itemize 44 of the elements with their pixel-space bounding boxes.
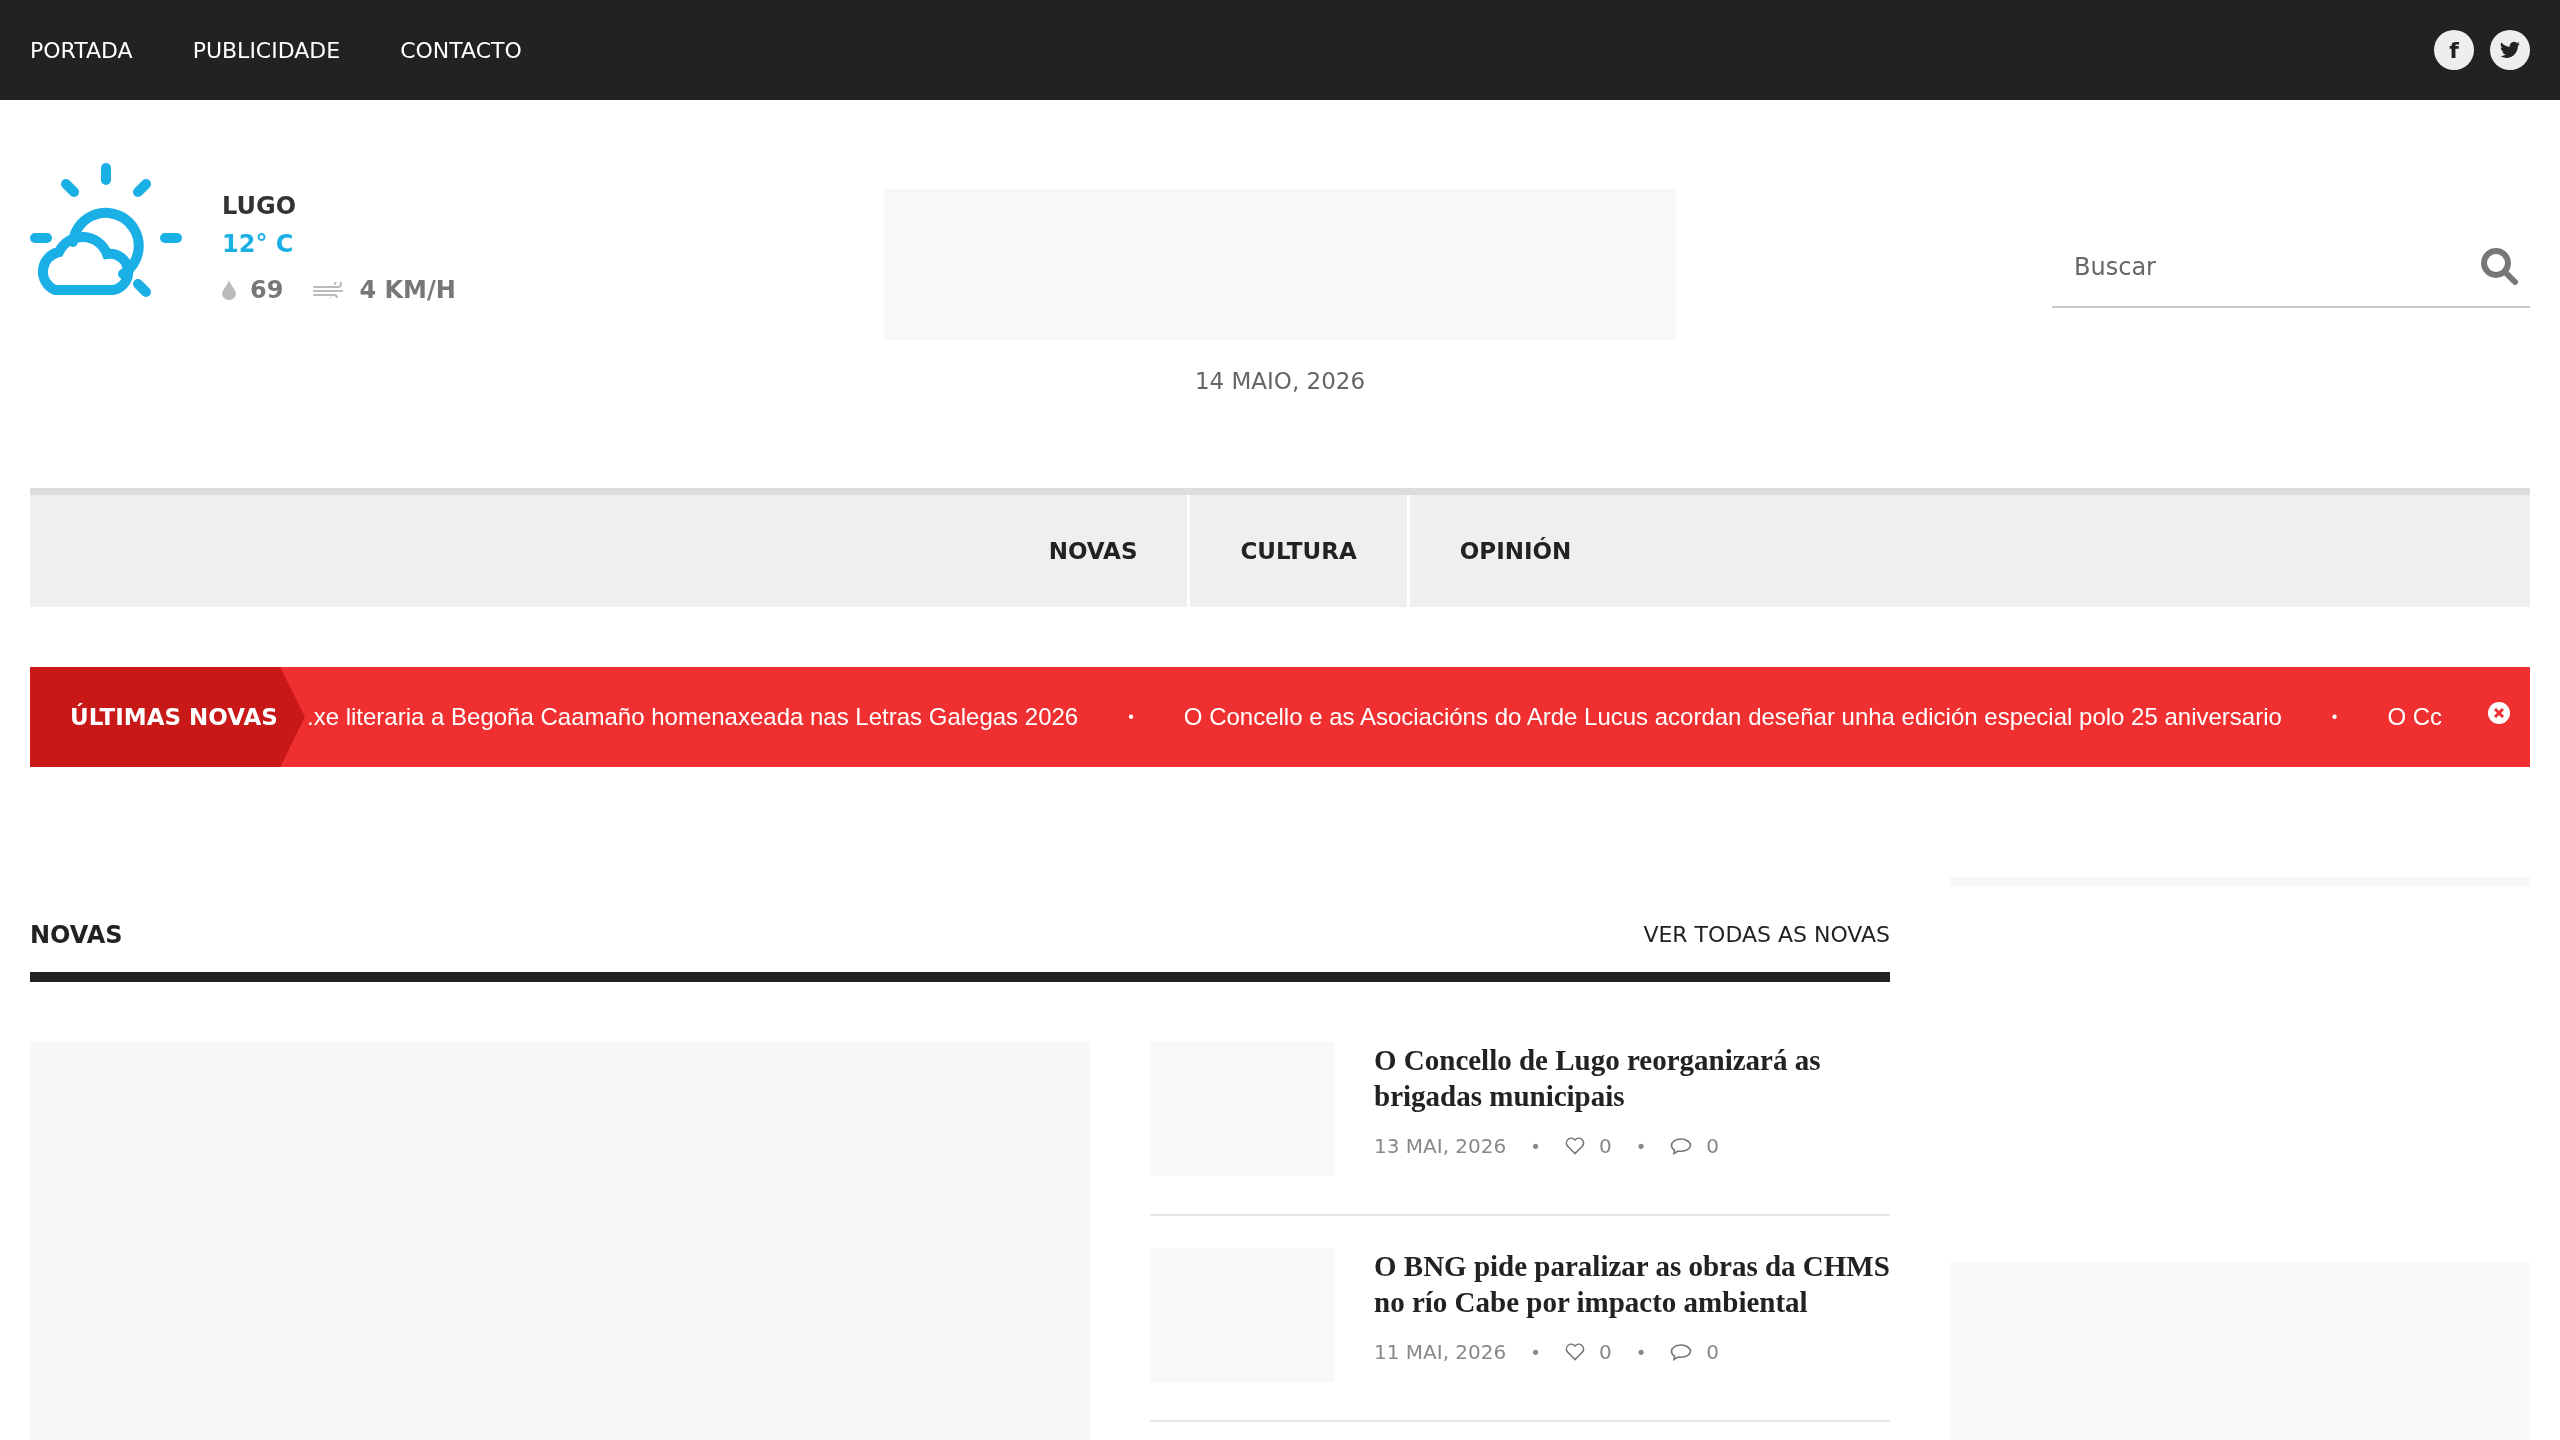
view-all-link[interactable]: VER TODAS AS NOVAS <box>1643 922 1890 947</box>
speech-bubble-icon[interactable] <box>1670 1137 1693 1155</box>
like-count: 0 <box>1598 1134 1612 1158</box>
nav-tab[interactable]: CULTURA <box>1190 495 1410 607</box>
bird-icon[interactable] <box>2500 41 2520 59</box>
wind-icon <box>313 282 346 298</box>
like-count: 0 <box>1598 1340 1612 1364</box>
section-title: NOVAS <box>30 920 123 949</box>
ticker-headline[interactable]: .xe literaria a Begoña Caamaño homenaxeada nas Letras Galegas 2026 <box>307 703 1079 731</box>
nav-tab[interactable]: OPINIÓN <box>1409 495 1622 607</box>
wind-speed: 4 KM/H <box>359 276 456 304</box>
city-name: LUGO <box>222 192 298 220</box>
drop-icon <box>222 280 236 300</box>
ticker-headline[interactable]: O Concello e as Asociacións do Arde Lucus acordan deseñar unha edición especial polo 25 aniversario <box>1183 703 2282 731</box>
comment-count: 0 <box>1706 1134 1719 1158</box>
humidity-value: 69 <box>250 276 284 304</box>
separator: • <box>1635 1341 1647 1363</box>
search-icon[interactable] <box>2480 247 2520 287</box>
separator: • <box>1128 708 1134 726</box>
nav-link[interactable]: PORTADA <box>30 37 133 63</box>
article-title[interactable]: O Concello de Lugo reorganizará as brigadas municipais <box>1374 1042 1890 1114</box>
ticker-headline[interactable]: O Cc <box>2387 703 2443 731</box>
facebook-button[interactable]: f <box>2434 30 2474 70</box>
heart-icon[interactable] <box>1564 1137 1585 1155</box>
nav-link[interactable]: CONTACTO <box>400 37 522 63</box>
article-date: 11 MAI, 2026 <box>1374 1340 1507 1364</box>
partly-cloudy-icon <box>30 162 182 300</box>
nav-link[interactable]: PUBLICIDADE <box>192 37 341 63</box>
separator: • <box>1530 1135 1541 1157</box>
search-field[interactable]: Buscar <box>2072 252 2480 282</box>
article-title[interactable]: O BNG pide paralizar as obras da CHMS no río Cabe por impacto ambiental <box>1374 1248 1890 1320</box>
separator: • <box>1635 1135 1647 1157</box>
temperature: 12° C <box>222 230 295 258</box>
speech-bubble-icon[interactable] <box>1670 1343 1693 1361</box>
comment-count: 0 <box>1706 1340 1719 1364</box>
close-icon[interactable] <box>2488 702 2510 724</box>
separator: • <box>2331 708 2338 726</box>
ticker-label: ÚLTIMAS NOVAS <box>30 667 305 767</box>
article-date: 13 MAI, 2026 <box>1374 1134 1507 1158</box>
separator: • <box>1530 1341 1541 1363</box>
nav-tab[interactable]: NOVAS <box>998 495 1191 607</box>
current-date: 14 MAIO, 2026 <box>1194 368 1366 394</box>
twitter-button[interactable] <box>2490 30 2530 70</box>
heart-icon[interactable] <box>1564 1343 1585 1361</box>
